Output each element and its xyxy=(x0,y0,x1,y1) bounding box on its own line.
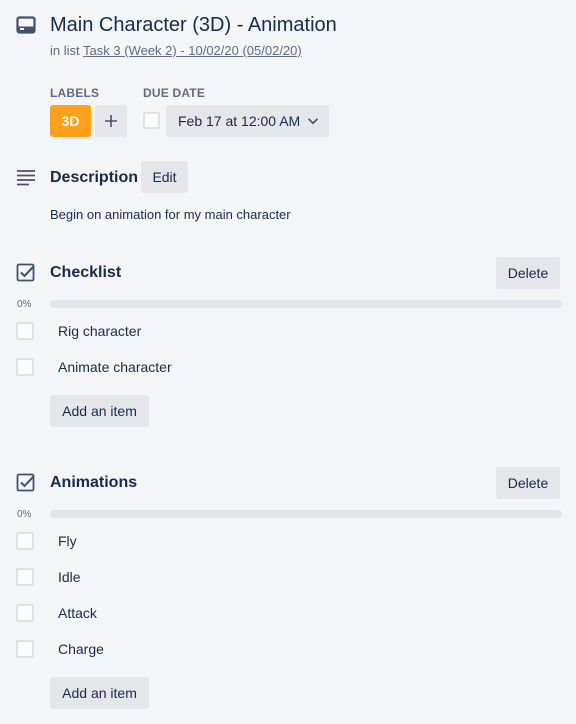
checklist-percent: 0% xyxy=(17,509,32,520)
in-list-line: in list Task 3 (Week 2) - 10/02/20 (05/0… xyxy=(50,43,302,59)
checklist-item-checkbox[interactable] xyxy=(16,358,34,376)
description-title: Description xyxy=(50,169,139,186)
plus-icon xyxy=(105,115,117,127)
checklist-item-label[interactable]: Fly xyxy=(58,532,77,550)
delete-checklist-button[interactable]: Delete xyxy=(496,467,560,499)
checklist-progress-bar xyxy=(50,510,562,518)
add-item-button[interactable]: Add an item xyxy=(50,677,149,709)
checklist-percent: 0% xyxy=(17,299,32,310)
checklist-item-label[interactable]: Idle xyxy=(58,568,81,586)
delete-checklist-button[interactable]: Delete xyxy=(496,257,560,289)
edit-description-button[interactable]: Edit xyxy=(141,161,188,193)
checklist-title[interactable]: Checklist xyxy=(50,263,121,283)
label-chip-3d[interactable]: 3D xyxy=(50,105,91,137)
due-date-complete-checkbox[interactable] xyxy=(143,112,160,129)
checklist-item-checkbox[interactable] xyxy=(16,322,34,340)
add-label-button[interactable] xyxy=(95,105,127,137)
in-list-prefix: in list xyxy=(50,43,80,58)
description-lines-icon xyxy=(17,170,35,186)
checkbox-checked-icon xyxy=(16,263,35,282)
due-date-button[interactable]: Feb 17 at 12:00 AM xyxy=(166,105,329,137)
checklist-item-checkbox[interactable] xyxy=(16,532,34,550)
card-icon xyxy=(16,16,36,34)
checklist-item-label[interactable]: Charge xyxy=(58,640,104,658)
chevron-down-icon xyxy=(307,118,319,125)
checkbox-checked-icon xyxy=(16,473,35,492)
description-text[interactable]: Begin on animation for my main character xyxy=(50,207,291,223)
list-name-link[interactable]: Task 3 (Week 2) - 10/02/20 (05/02/20) xyxy=(83,43,302,58)
checklist-item-label[interactable]: Attack xyxy=(58,604,97,622)
card-title[interactable]: Main Character (3D) - Animation xyxy=(50,13,337,37)
checklist-progress-bar xyxy=(50,300,562,308)
checklist-item-checkbox[interactable] xyxy=(16,568,34,586)
checklist-item-label[interactable]: Animate character xyxy=(58,358,172,376)
due-date-heading: DUE DATE xyxy=(143,86,206,100)
checklist-title[interactable]: Animations xyxy=(50,473,137,493)
due-date-value: Feb 17 at 12:00 AM xyxy=(178,113,301,129)
checklist-item-label[interactable]: Rig character xyxy=(58,322,141,340)
labels-heading: LABELS xyxy=(50,86,100,100)
checklist-item-checkbox[interactable] xyxy=(16,604,34,622)
checklist-item-checkbox[interactable] xyxy=(16,640,34,658)
add-item-button[interactable]: Add an item xyxy=(50,395,149,427)
